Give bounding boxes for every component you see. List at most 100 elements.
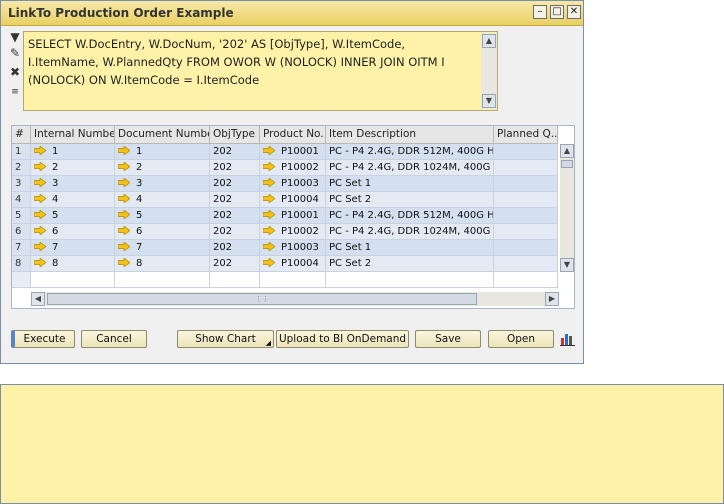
- cell-product[interactable]: P10003: [260, 176, 326, 192]
- arrow-right-icon[interactable]: [263, 162, 275, 171]
- column-header[interactable]: Internal Number: [31, 126, 115, 144]
- arrow-right-icon[interactable]: [263, 226, 275, 235]
- cell-doc[interactable]: 4: [115, 192, 210, 208]
- column-header[interactable]: #: [12, 126, 31, 144]
- cell-objtype[interactable]: 202: [210, 176, 260, 192]
- dropdown-arrow-icon[interactable]: ◢: [266, 335, 271, 351]
- cell-planned-qty[interactable]: [494, 144, 558, 160]
- close-icon[interactable]: ✕: [567, 5, 581, 19]
- cancel-button[interactable]: Cancel: [81, 330, 147, 348]
- cell-internal[interactable]: 4: [31, 192, 115, 208]
- cell-internal[interactable]: 2: [31, 160, 115, 176]
- arrow-right-icon[interactable]: [263, 178, 275, 187]
- table-row[interactable]: 7 7 7 202 P10003 PC Set 1: [12, 240, 558, 256]
- cell-internal[interactable]: 6: [31, 224, 115, 240]
- cell-objtype[interactable]: 202: [210, 144, 260, 160]
- arrow-right-icon[interactable]: [263, 258, 275, 267]
- scroll-down-icon[interactable]: ▼: [482, 94, 496, 108]
- table-row[interactable]: 5 5 5 202 P10001 PC - P4 2.4G, DDR 512M, 400G…: [12, 208, 558, 224]
- cell-planned-qty[interactable]: [494, 256, 558, 272]
- cell-num[interactable]: 1: [12, 144, 31, 160]
- cell-product[interactable]: P10003: [260, 240, 326, 256]
- arrow-right-icon[interactable]: [118, 194, 130, 203]
- column-header[interactable]: Product No.: [260, 126, 326, 144]
- cell-num[interactable]: 7: [12, 240, 31, 256]
- pencil-icon[interactable]: ✎: [8, 46, 22, 60]
- cell-num[interactable]: 5: [12, 208, 31, 224]
- arrow-right-icon[interactable]: [118, 162, 130, 171]
- format-icon[interactable]: ≡: [8, 85, 22, 99]
- arrow-right-icon[interactable]: [34, 226, 46, 235]
- cell-doc[interactable]: 2: [115, 160, 210, 176]
- cell-product[interactable]: P10002: [260, 160, 326, 176]
- cell-desc[interactable]: PC - P4 2.4G, DDR 512M, 400G HD: [326, 144, 494, 160]
- cell-objtype[interactable]: 202: [210, 256, 260, 272]
- scroll-thumb[interactable]: ⋮⋮: [47, 293, 477, 305]
- grid-vertical-scrollbar[interactable]: ▲ ▼: [560, 144, 574, 272]
- scroll-left-icon[interactable]: ◀: [31, 292, 45, 306]
- cell-planned-qty[interactable]: [494, 176, 558, 192]
- table-row[interactable]: 8 8 8 202 P10004 PC Set 2: [12, 256, 558, 272]
- cell-doc[interactable]: 3: [115, 176, 210, 192]
- cell-internal[interactable]: 3: [31, 176, 115, 192]
- arrow-right-icon[interactable]: [34, 178, 46, 187]
- cell-doc[interactable]: 7: [115, 240, 210, 256]
- cell-internal[interactable]: 8: [31, 256, 115, 272]
- title-bar[interactable]: LinkTo Production Order Example – □ ✕: [1, 1, 583, 26]
- cell-objtype[interactable]: 202: [210, 192, 260, 208]
- query-editor[interactable]: SELECT W.DocEntry, W.DocNum, '202' AS [O…: [23, 31, 498, 111]
- grid-horizontal-scrollbar[interactable]: ◀ ⋮⋮ ▶: [31, 292, 559, 306]
- cell-doc[interactable]: 5: [115, 208, 210, 224]
- save-button[interactable]: Save: [415, 330, 481, 348]
- bar-chart-icon[interactable]: [560, 331, 575, 346]
- table-row[interactable]: 2 2 2 202 P10002 PC - P4 2.4G, DDR 1024M, 400…: [12, 160, 558, 176]
- arrow-right-icon[interactable]: [118, 210, 130, 219]
- arrow-right-icon[interactable]: [118, 178, 130, 187]
- cell-product[interactable]: P10001: [260, 208, 326, 224]
- column-header[interactable]: Item Description: [326, 126, 494, 144]
- show-chart-button[interactable]: Show Chart ◢: [177, 330, 274, 348]
- table-row[interactable]: 4 4 4 202 P10004 PC Set 2: [12, 192, 558, 208]
- arrow-right-icon[interactable]: [118, 258, 130, 267]
- cell-num[interactable]: 4: [12, 192, 31, 208]
- cell-product[interactable]: P10001: [260, 144, 326, 160]
- arrow-right-icon[interactable]: [263, 146, 275, 155]
- cell-num[interactable]: 8: [12, 256, 31, 272]
- arrow-right-icon[interactable]: [34, 162, 46, 171]
- minimize-icon[interactable]: –: [533, 5, 547, 19]
- cell-doc[interactable]: 1: [115, 144, 210, 160]
- arrow-right-icon[interactable]: [34, 194, 46, 203]
- table-row[interactable]: 1 1 1 202 P10001 PC - P4 2.4G, DDR 512M, 400G…: [12, 144, 558, 160]
- arrow-right-icon[interactable]: [118, 226, 130, 235]
- cell-doc[interactable]: 8: [115, 256, 210, 272]
- cell-planned-qty[interactable]: [494, 224, 558, 240]
- cell-desc[interactable]: PC - P4 2.4G, DDR 1024M, 400G HD: [326, 160, 494, 176]
- cell-doc[interactable]: 6: [115, 224, 210, 240]
- arrow-right-icon[interactable]: [118, 242, 130, 251]
- cell-internal[interactable]: 5: [31, 208, 115, 224]
- cell-product[interactable]: P10002: [260, 224, 326, 240]
- cell-desc[interactable]: PC - P4 2.4G, DDR 1024M, 400G HD: [326, 224, 494, 240]
- cell-desc[interactable]: PC Set 2: [326, 256, 494, 272]
- cell-planned-qty[interactable]: [494, 240, 558, 256]
- cell-objtype[interactable]: 202: [210, 208, 260, 224]
- scroll-thumb[interactable]: [561, 160, 573, 168]
- tools-icon[interactable]: ✖: [8, 65, 22, 79]
- column-header[interactable]: ObjType: [210, 126, 260, 144]
- arrow-right-icon[interactable]: [263, 194, 275, 203]
- column-header[interactable]: Document Number: [115, 126, 210, 144]
- scroll-up-icon[interactable]: ▲: [560, 144, 574, 158]
- upload-bi-button[interactable]: Upload to BI OnDemand: [276, 330, 409, 348]
- column-header[interactable]: Planned Q...: [494, 126, 558, 144]
- cell-desc[interactable]: PC Set 1: [326, 240, 494, 256]
- arrow-right-icon[interactable]: [263, 210, 275, 219]
- cell-objtype[interactable]: 202: [210, 224, 260, 240]
- cell-planned-qty[interactable]: [494, 160, 558, 176]
- cell-product[interactable]: P10004: [260, 256, 326, 272]
- execute-button[interactable]: Execute: [11, 330, 75, 348]
- cell-num[interactable]: 3: [12, 176, 31, 192]
- editor-scrollbar[interactable]: ▲ ▼: [481, 33, 497, 109]
- cell-objtype[interactable]: 202: [210, 160, 260, 176]
- cell-product[interactable]: P10004: [260, 192, 326, 208]
- arrow-right-icon[interactable]: [34, 242, 46, 251]
